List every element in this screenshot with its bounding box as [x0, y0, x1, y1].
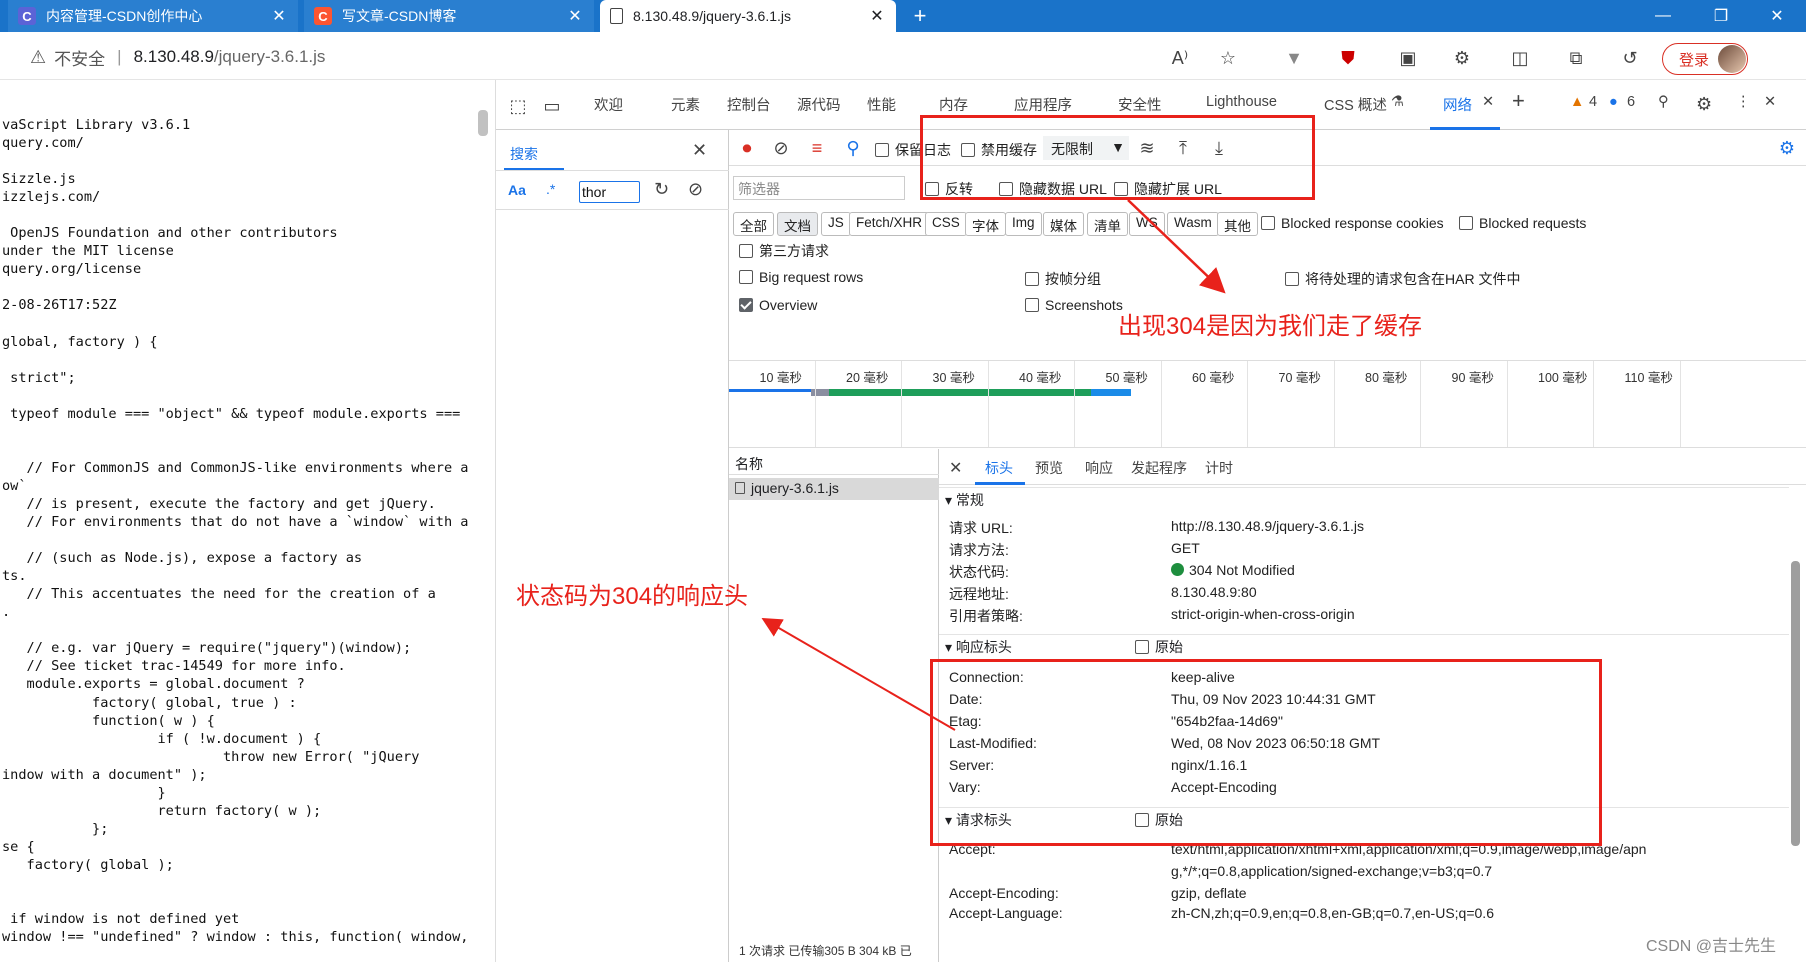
arrow-to-status-note [761, 617, 956, 731]
annotation-arrows [761, 199, 1226, 731]
arrow-to-cache-note [1127, 199, 1226, 294]
watermark: CSDN @吉士先生 [1646, 938, 1777, 955]
